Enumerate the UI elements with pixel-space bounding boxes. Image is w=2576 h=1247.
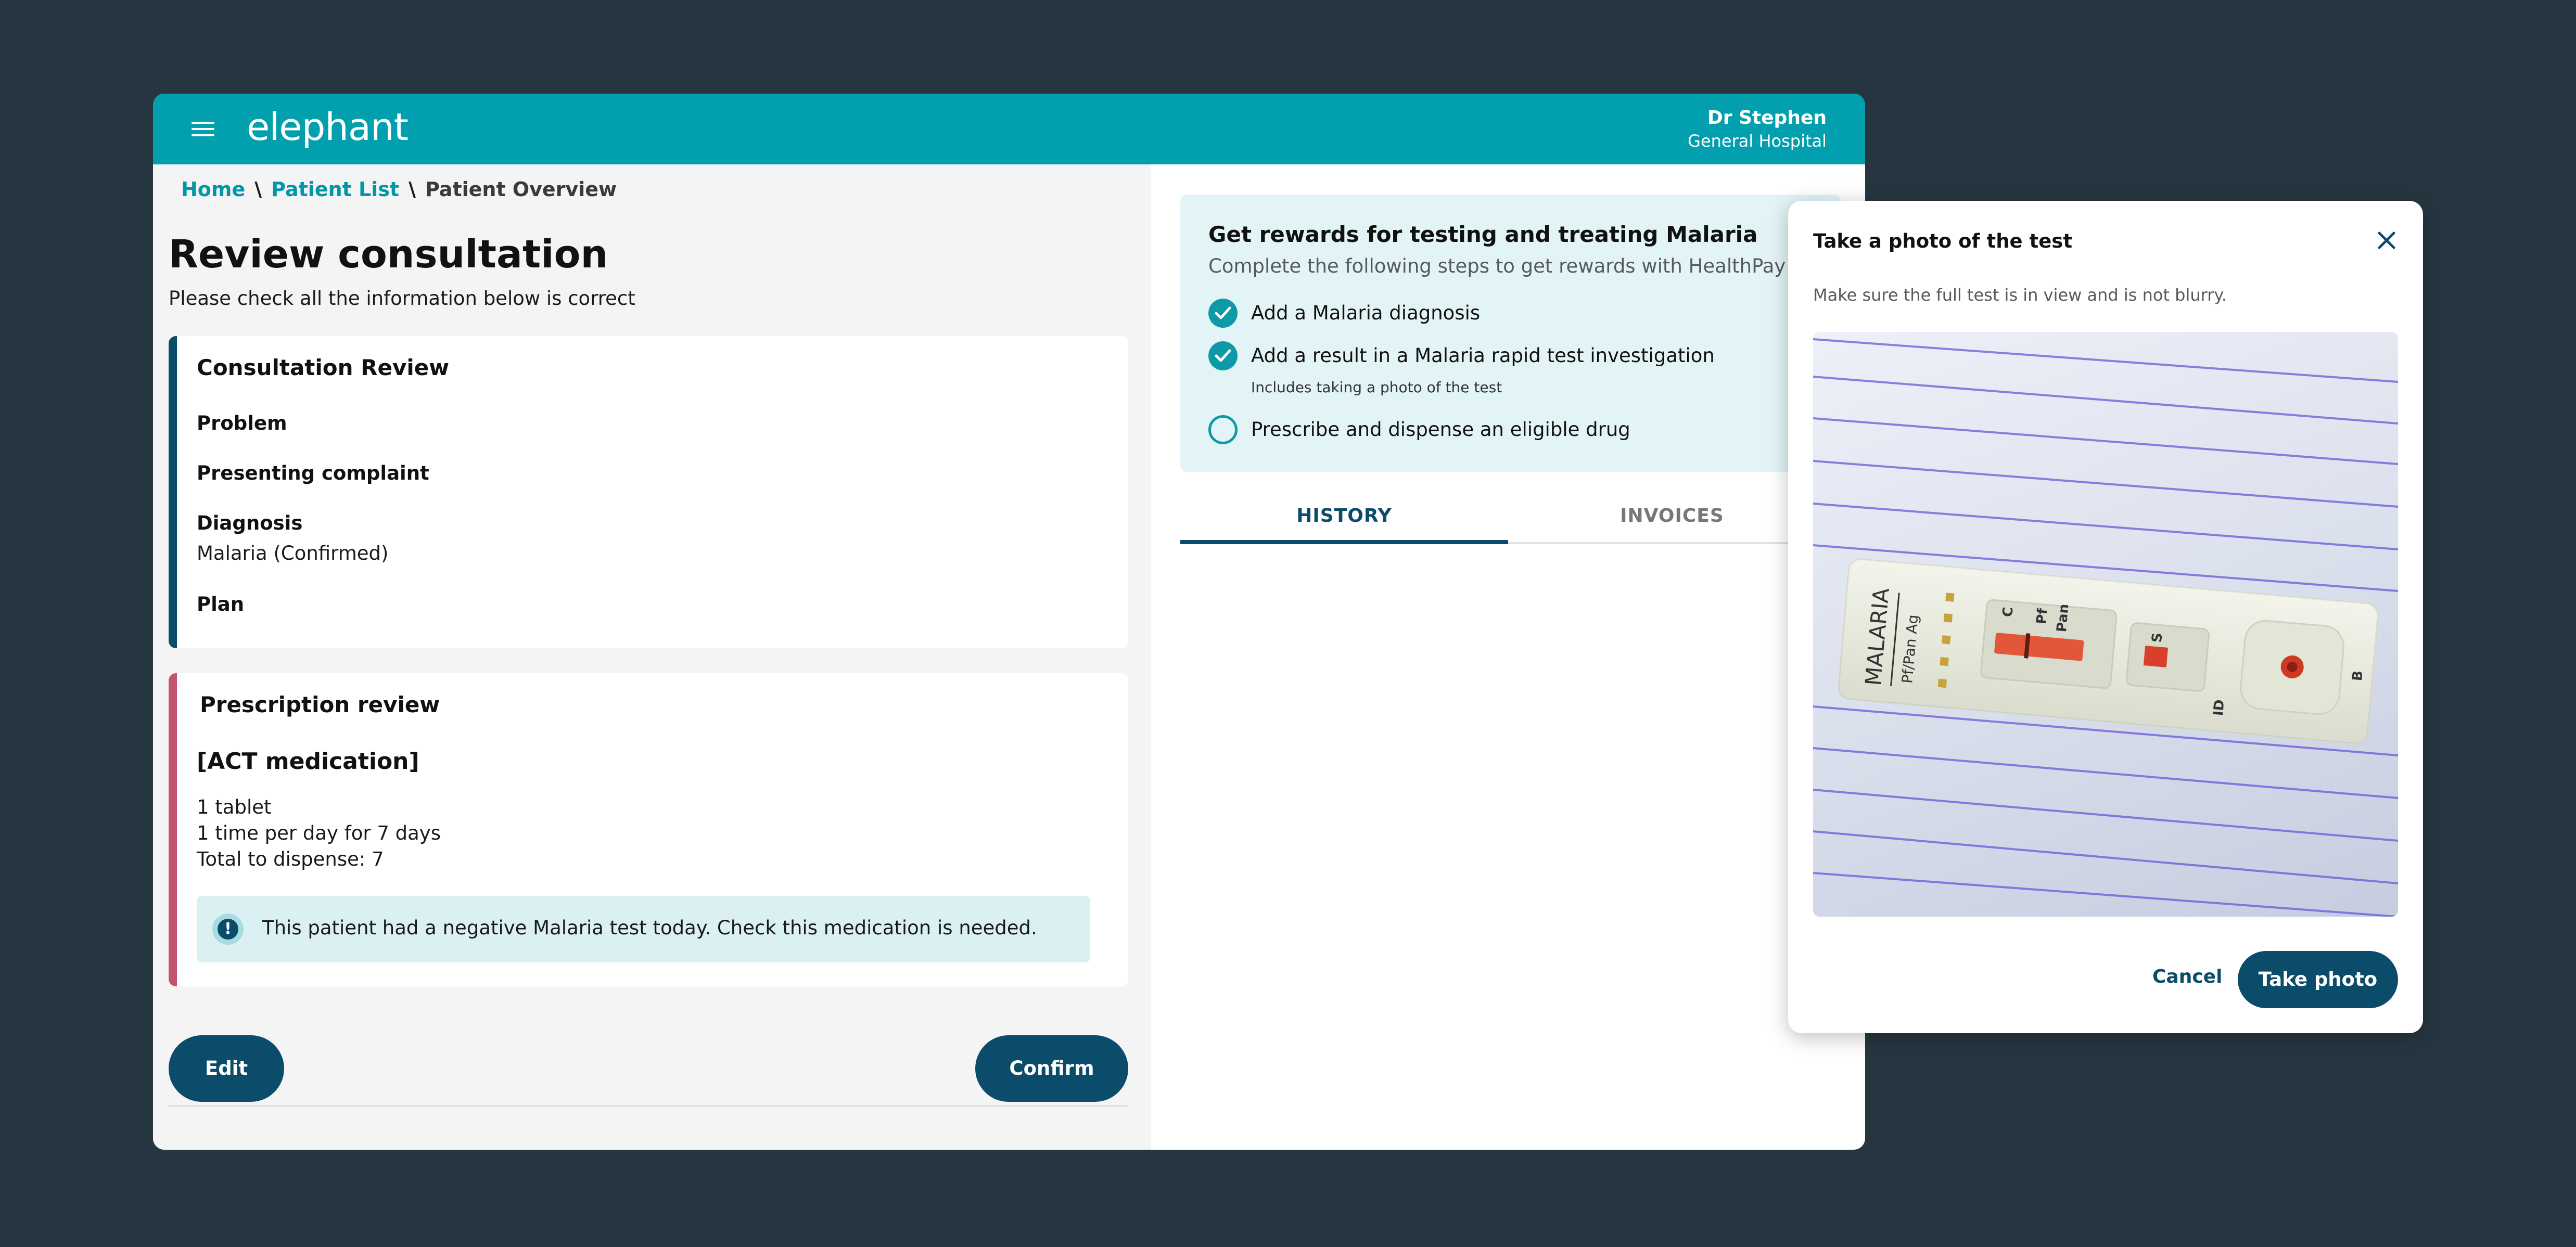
alert-text: This patient had a negative Malaria test… — [262, 917, 1037, 939]
consultation-review-card: Consultation Review Problem Presenting c… — [169, 336, 1128, 648]
exclamation-icon: ! — [212, 914, 244, 945]
step-rapid-test-note: Includes taking a photo of the test — [1251, 379, 1502, 396]
card-accent-bar — [169, 336, 177, 648]
user-name: Dr Stephen — [1707, 107, 1827, 128]
confirm-button[interactable]: Confirm — [975, 1035, 1128, 1102]
divider — [169, 1105, 1128, 1107]
problem-label: Problem — [197, 412, 287, 434]
prescription-review-card: Prescription review [ACT medication] 1 t… — [169, 673, 1128, 986]
prescription-review-title: Prescription review — [200, 692, 440, 717]
cassette-b-label: B — [2350, 670, 2366, 682]
tab-bar: HISTORY INVOICES — [1180, 494, 1841, 544]
consultation-review-title: Consultation Review — [197, 355, 450, 380]
cancel-button[interactable]: Cancel — [2152, 951, 2222, 1003]
tab-history[interactable]: HISTORY — [1180, 494, 1508, 544]
step-prescribe: Prescribe and dispense an eligible drug — [1251, 418, 1630, 441]
breadcrumb-home[interactable]: Home — [181, 178, 245, 201]
modal-title: Take a photo of the test — [1813, 230, 2073, 252]
plan-label: Plan — [197, 593, 245, 615]
edit-button[interactable]: Edit — [169, 1035, 284, 1102]
diagnosis-value: Malaria (Confirmed) — [197, 542, 389, 564]
app-window: elephant Dr Stephen General Hospital Hom… — [153, 94, 1865, 1150]
empty-circle-icon — [1208, 415, 1238, 444]
hamburger-menu-icon[interactable] — [192, 118, 214, 140]
total-line: Total to dispense: 7 — [197, 848, 384, 870]
rewards-title: Get rewards for testing and treating Mal… — [1208, 222, 1758, 247]
tab-invoices[interactable]: INVOICES — [1508, 494, 1836, 544]
consultation-panel: Home \ Patient List \ Patient Overview Revie… — [153, 164, 1151, 1150]
elephant-logo[interactable]: elephant — [247, 105, 409, 149]
breadcrumb-current: Patient Overview — [425, 178, 617, 201]
cassette-c-label: C — [2000, 607, 2017, 618]
check-circle-icon — [1208, 299, 1238, 328]
step-diagnosis: Add a Malaria diagnosis — [1251, 302, 1481, 324]
breadcrumb-separator: \ — [254, 178, 262, 201]
check-circle-icon — [1208, 341, 1238, 370]
test-photo: MALARIA Pf/Pan Ag C Pf Pan S ID B — [1813, 332, 2398, 917]
take-photo-button[interactable]: Take photo — [2238, 951, 2398, 1008]
page-subtitle: Please check all the information below i… — [169, 287, 635, 310]
diagnosis-label: Diagnosis — [197, 512, 303, 534]
rewards-subtitle: Complete the following steps to get rewa… — [1208, 255, 1786, 277]
breadcrumb: Home \ Patient List \ Patient Overview — [181, 178, 617, 201]
negative-test-alert: ! This patient had a negative Malaria te… — [197, 896, 1090, 962]
rapid-test-photo-drawing: MALARIA Pf/Pan Ag C Pf Pan S ID B — [1813, 338, 2398, 917]
take-photo-modal: Take a photo of the test Make sure the f… — [1788, 201, 2423, 1033]
modal-description: Make sure the full test is in view and i… — [1813, 285, 2227, 305]
close-icon[interactable] — [2373, 227, 2400, 254]
rewards-panel: Get rewards for testing and treating Mal… — [1180, 195, 1841, 472]
cassette-id-label: ID — [2211, 699, 2228, 716]
breadcrumb-separator: \ — [409, 178, 416, 201]
step-rapid-test: Add a result in a Malaria rapid test inv… — [1251, 344, 1715, 367]
user-hospital: General Hospital — [1688, 131, 1827, 151]
card-accent-bar — [169, 673, 177, 986]
medication-name: [ACT medication] — [197, 748, 419, 775]
top-bar: elephant Dr Stephen General Hospital — [153, 94, 1865, 164]
cassette-s-label: S — [2149, 632, 2166, 643]
cassette-pan-label: Pan — [2054, 603, 2072, 633]
cassette-pf-label: Pf — [2034, 607, 2051, 625]
user-info[interactable]: Dr Stephen General Hospital — [1688, 106, 1827, 152]
breadcrumb-patient-list[interactable]: Patient List — [271, 178, 399, 201]
dose-line: 1 tablet — [197, 796, 272, 818]
page-title: Review consultation — [169, 232, 608, 277]
presenting-complaint-label: Presenting complaint — [197, 462, 429, 484]
frequency-line: 1 time per day for 7 days — [197, 822, 441, 844]
